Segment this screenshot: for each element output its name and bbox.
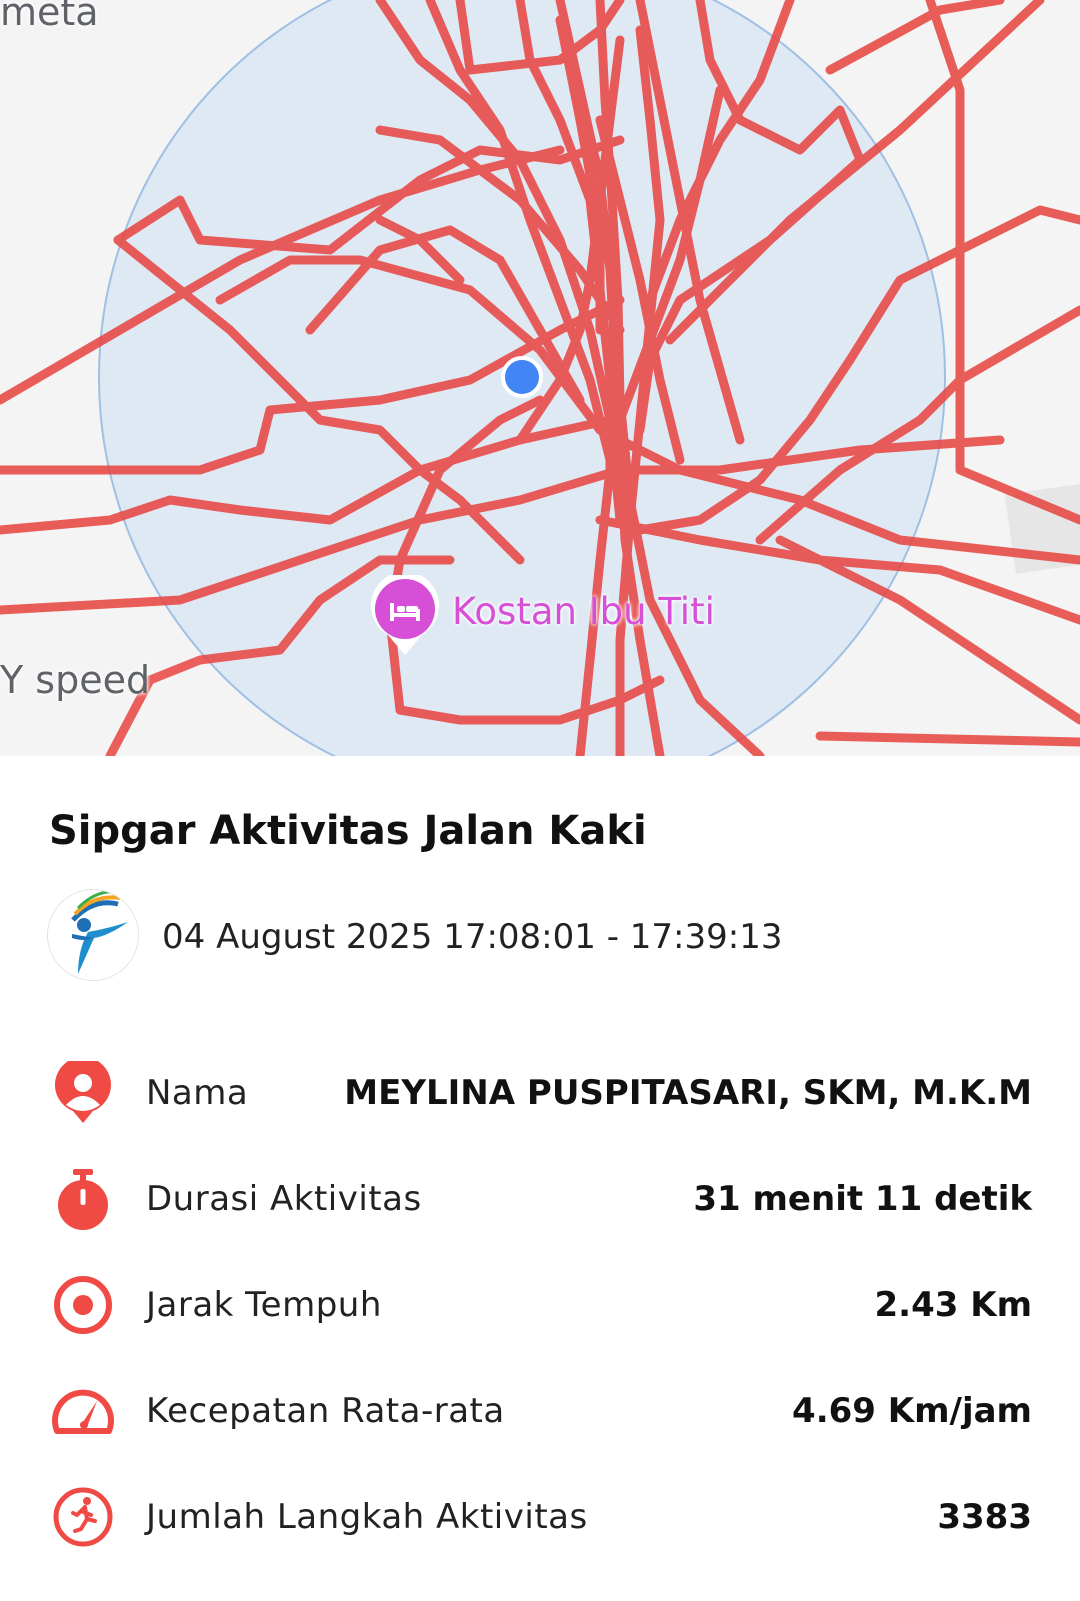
- activity-title: Sipgar Aktivitas Jalan Kaki: [49, 808, 647, 854]
- stat-label: Durasi Aktivitas: [146, 1179, 422, 1219]
- stopwatch-icon: [51, 1167, 115, 1231]
- map-place-label: Y speed: [0, 658, 151, 702]
- current-location-dot: [501, 356, 543, 398]
- stat-label: Jarak Tempuh: [146, 1285, 382, 1325]
- stat-value: 31 menit 11 detik: [693, 1179, 1032, 1219]
- stat-row-speed: Kecepatan Rata-rata 4.69 Km/jam: [0, 1371, 1080, 1451]
- map-place-label: meta: [0, 0, 99, 34]
- running-icon: [51, 1485, 115, 1549]
- person-pin-icon: [51, 1056, 115, 1125]
- stat-row-duration: Durasi Aktivitas 31 menit 11 detik: [0, 1159, 1080, 1239]
- route-overlay: [0, 0, 1080, 756]
- stat-value: 2.43 Km: [874, 1285, 1033, 1325]
- stat-row-steps: Jumlah Langkah Aktivitas 3383: [0, 1477, 1080, 1557]
- poi-label[interactable]: Kostan Ibu Titi: [452, 590, 715, 633]
- stat-label: Kecepatan Rata-rata: [146, 1391, 505, 1431]
- stat-row-name: Nama MEYLINA PUSPITASARI, SKM, M.K.M: [0, 1053, 1080, 1133]
- stat-value: MEYLINA PUSPITASARI, SKM, M.K.M: [344, 1073, 1032, 1113]
- bed-icon[interactable]: [370, 575, 440, 657]
- app-logo: [47, 889, 139, 981]
- map-view[interactable]: meta Y speed Kostan Ibu Titi: [0, 0, 1080, 756]
- stat-value: 4.69 Km/jam: [792, 1391, 1032, 1431]
- activity-summary: Sipgar Aktivitas Jalan Kaki 04 August 20…: [0, 756, 1080, 1601]
- activity-datetime: 04 August 2025 17:08:01 - 17:39:13: [162, 917, 783, 957]
- target-icon: [51, 1273, 115, 1337]
- stat-label: Jumlah Langkah Aktivitas: [146, 1497, 588, 1537]
- stat-value: 3383: [937, 1497, 1032, 1537]
- stat-label: Nama: [146, 1073, 249, 1113]
- speedometer-icon: [51, 1379, 115, 1443]
- stat-row-distance: Jarak Tempuh 2.43 Km: [0, 1265, 1080, 1345]
